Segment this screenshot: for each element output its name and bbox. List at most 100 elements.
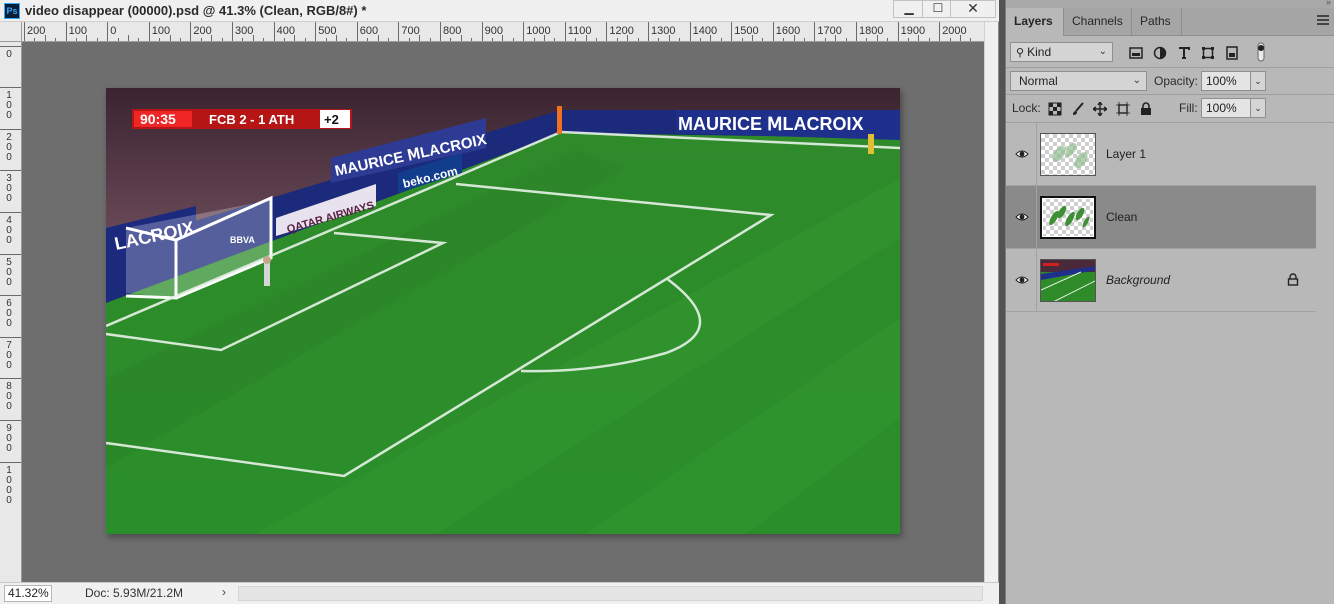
eye-icon[interactable] [1015,273,1029,287]
layer-row-layer-1[interactable]: Layer 1 [1006,123,1316,186]
layer-name[interactable]: Clean [1106,210,1137,224]
ruler-label: 800 [6,381,12,413]
visibility-toggle[interactable] [1006,123,1037,185]
photoshop-logo-icon: Ps [4,3,20,19]
ruler-minor-tick [117,38,119,41]
panel-tabs: Layers Channels Paths [1006,8,1334,36]
blend-mode-select[interactable]: Normal ⌄ [1010,71,1147,91]
opacity-slider-toggle[interactable]: ⌄ [1251,71,1266,91]
shape-layer-filter-icon[interactable] [1201,46,1215,60]
layer-row-background[interactable]: Background [1006,249,1316,312]
ruler-label: 100 [151,25,171,37]
canvas-area[interactable]: MAURICE ⅯLACROIX MAURICE ⅯLACROIX beko.c… [22,42,984,582]
ruler-minor-tick [471,38,473,41]
layer-thumbnail [1040,259,1096,302]
minimize-button[interactable]: ▁ [893,0,925,18]
close-button[interactable]: ✕ [950,0,996,18]
vertical-scrollbar[interactable] [984,22,998,582]
ruler-minor-tick [741,38,743,41]
layers-list: Layer 1 Clean Background [1006,123,1334,604]
horizontal-ruler[interactable]: 200 100 0 100 200 300 400 500 600 700 800 900 1000 11… [22,22,984,42]
layer-name[interactable]: Background [1106,273,1170,287]
document-window: Ps video disappear (00000).psd @ 41.3% (… [0,0,999,604]
ruler-minor-tick [408,38,410,41]
ruler-minor-tick [793,35,795,41]
chevron-down-icon: ⌄ [1132,75,1141,86]
ruler-label: 2000 [942,25,967,37]
lock-label: Lock: [1012,101,1041,115]
smart-object-filter-icon[interactable] [1225,46,1239,60]
opacity-field[interactable]: 100% [1201,71,1251,91]
ruler-minor-tick [346,38,348,41]
ruler-label: 500 [318,25,337,37]
ruler-tick [0,461,21,463]
ruler-tick [190,22,192,41]
status-bar: 41.32% Doc: 5.93M/21.2M › [0,582,999,604]
lock-icon[interactable] [1287,273,1299,286]
filter-toggle-icon[interactable] [1254,42,1268,62]
tab-paths[interactable]: Paths [1132,8,1182,36]
type-layer-filter-icon[interactable] [1177,46,1191,60]
ruler-minor-tick [34,38,36,41]
ruler-minor-tick [720,38,722,41]
ruler-minor-tick [970,38,972,41]
tab-layers[interactable]: Layers [1006,8,1064,36]
ruler-label: 1500 [734,25,759,37]
adjustment-layer-filter-icon[interactable] [1153,46,1167,60]
ruler-minor-tick [658,38,660,41]
ruler-tick [0,336,21,338]
horizontal-scrollbar[interactable] [238,586,983,601]
ruler-label: 800 [443,25,462,37]
ruler-label: 1700 [817,25,842,37]
ruler-minor-tick [492,38,493,41]
ruler-minor-tick [960,35,961,41]
ruler-origin[interactable] [0,22,22,42]
layer-row-clean[interactable]: Clean [1006,186,1316,249]
ruler-label: 200 [193,25,212,37]
panel-collapse-bar[interactable]: » [1006,0,1334,8]
ruler-tick [0,128,21,130]
ruler-tick [772,22,774,41]
lock-position-move-icon[interactable] [1093,102,1107,116]
ruler-label: 1800 [859,25,884,37]
ruler-tick [939,22,941,41]
eye-icon[interactable] [1015,147,1029,161]
ruler-label: 600 [359,25,379,37]
lock-image-pixels-brush-icon[interactable] [1071,102,1085,116]
layer-thumbnail [1040,196,1096,239]
ruler-label: 700 [401,25,420,37]
lock-artboard-icon[interactable] [1116,102,1130,116]
document-artwork[interactable]: MAURICE ⅯLACROIX MAURICE ⅯLACROIX beko.c… [106,88,900,534]
layer-kind-filter-select[interactable]: ⚲ Kind ⌄ [1010,42,1113,62]
ruler-minor-tick [221,38,223,41]
soccer-field-image: MAURICE ⅯLACROIX MAURICE ⅯLACROIX beko.c… [106,88,900,534]
ruler-tick [273,22,275,41]
ruler-minor-tick [200,38,202,41]
ruler-minor-tick [928,38,930,41]
ruler-minor-tick [949,38,951,41]
fill-field[interactable]: 100% [1201,98,1251,118]
fill-slider-toggle[interactable]: ⌄ [1251,98,1266,118]
tab-channels[interactable]: Channels [1064,8,1132,36]
ruler-label: 500 [6,256,12,288]
ruler-minor-tick [377,35,379,41]
panel-menu-icon[interactable] [1317,15,1329,25]
ruler-minor-tick [502,35,504,41]
ruler-tick [65,22,67,41]
visibility-toggle[interactable] [1006,249,1037,311]
eye-icon[interactable] [1015,210,1029,224]
collapse-arrows-icon[interactable]: » [1326,0,1331,7]
zoom-level-field[interactable]: 41.32% [4,585,52,602]
visibility-toggle[interactable] [1006,186,1037,248]
status-menu-arrow[interactable]: › [222,585,236,599]
pixel-layer-filter-icon[interactable] [1129,46,1143,60]
blend-mode-value: Normal [1019,74,1058,88]
layer-name[interactable]: Layer 1 [1106,147,1146,161]
vertical-ruler[interactable]: 10001002003004005006007008009001000 [0,42,22,582]
ruler-minor-tick [575,38,577,41]
ruler-minor-tick [367,38,369,41]
ruler-tick [0,420,21,421]
document-title-bar[interactable]: Ps video disappear (00000).psd @ 41.3% (… [0,0,999,22]
lock-transparent-pixels-icon[interactable] [1048,102,1062,116]
lock-all-icon[interactable] [1139,102,1153,116]
